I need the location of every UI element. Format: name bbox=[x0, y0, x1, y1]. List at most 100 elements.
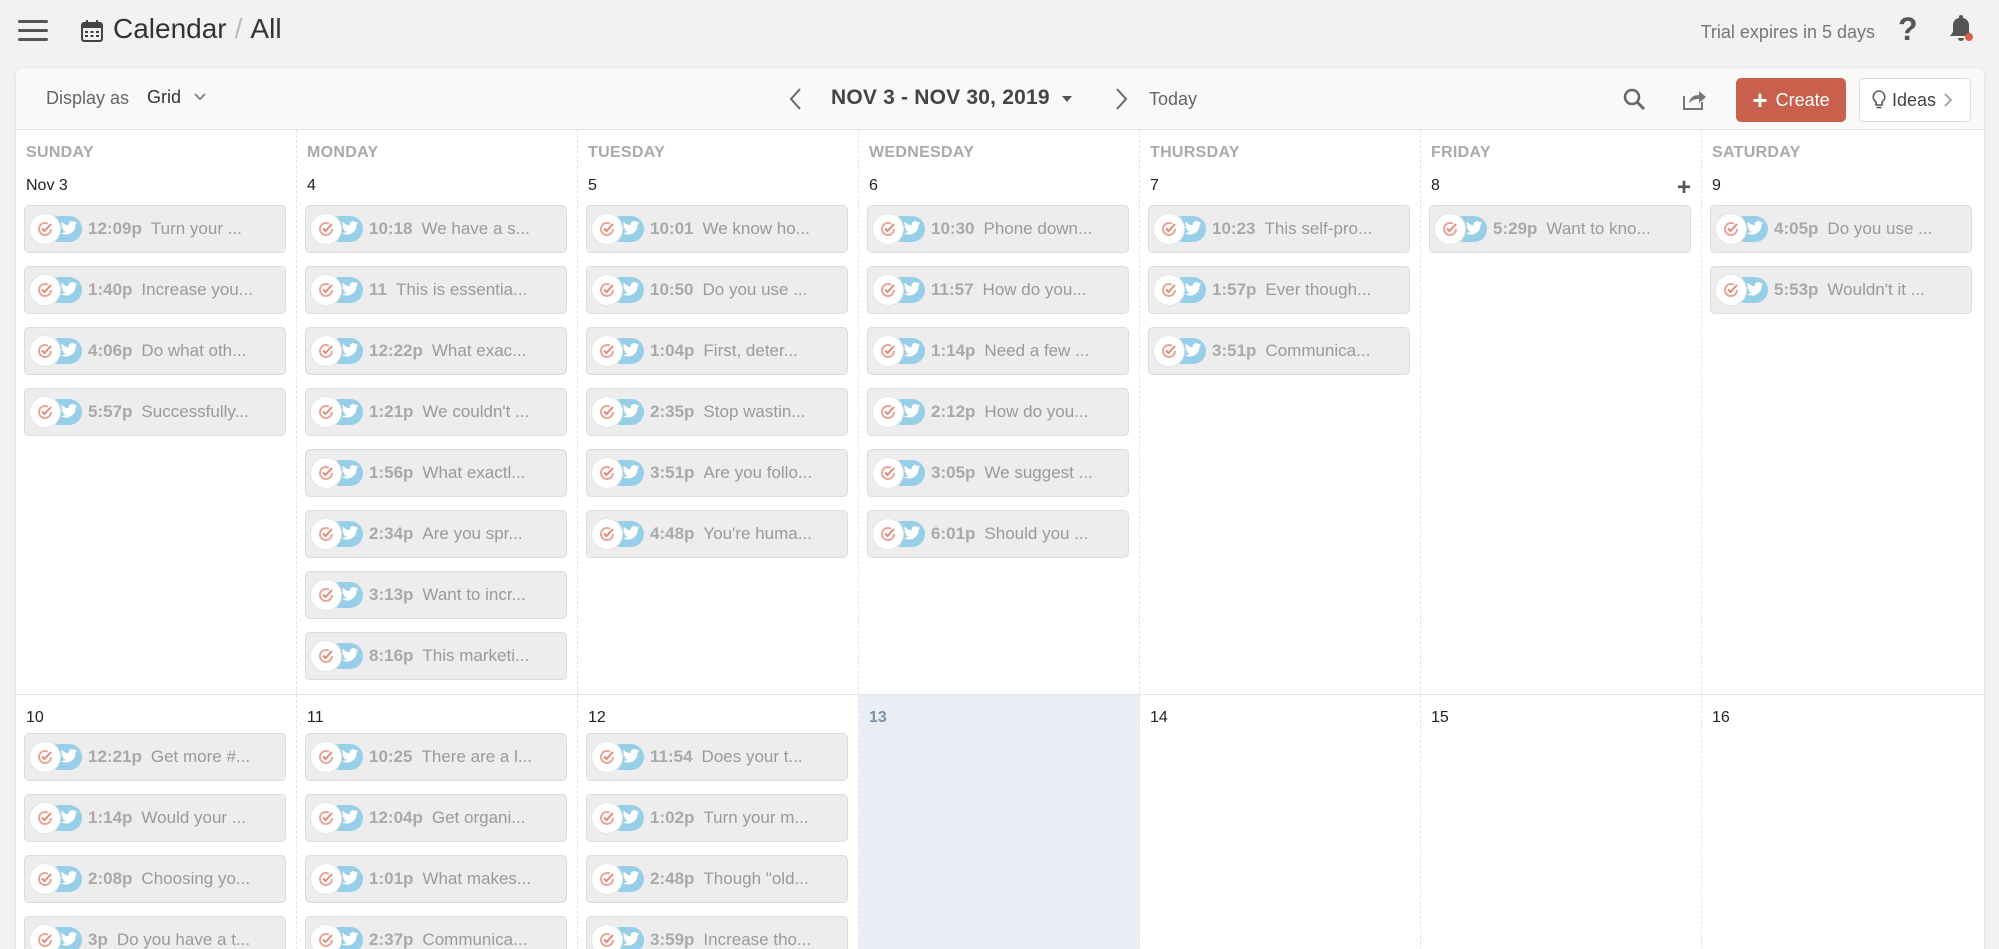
post-time: 1:14p bbox=[88, 808, 133, 827]
scheduled-post[interactable]: 1:04p First, deter... bbox=[586, 327, 848, 375]
day-cell[interactable]: SUNDAY Nov 3 12:09p Turn your ... 1:40p Incre… bbox=[16, 130, 297, 694]
day-cell[interactable]: 11 10:25 There are a l... 12:04p Get organi.… bbox=[297, 695, 578, 949]
scheduled-post[interactable]: 2:34p Are you spr... bbox=[305, 510, 567, 558]
scheduled-post[interactable]: 12:09p Turn your ... bbox=[24, 205, 286, 253]
scheduled-post[interactable]: 3:51p Are you follo... bbox=[586, 449, 848, 497]
scheduled-post[interactable]: 12:04p Get organi... bbox=[305, 794, 567, 842]
scheduled-post[interactable]: 12:21p Get more #... bbox=[24, 733, 286, 781]
scheduled-post[interactable]: 10:01 We know ho... bbox=[586, 205, 848, 253]
post-status-badge bbox=[311, 275, 367, 305]
scheduled-post[interactable]: 2:37p Communica... bbox=[305, 916, 567, 949]
scheduled-post[interactable]: 4:48p You're huma... bbox=[586, 510, 848, 558]
scheduled-post[interactable]: 3p Do you have a t... bbox=[24, 916, 286, 949]
scheduled-post[interactable]: 1:56p What exactl... bbox=[305, 449, 567, 497]
scheduled-post[interactable]: 5:53p Wouldn't it ... bbox=[1710, 266, 1972, 314]
scheduled-post[interactable]: 11:57 How do you... bbox=[867, 266, 1129, 314]
search-icon[interactable] bbox=[1622, 87, 1646, 111]
scheduled-post[interactable]: 6:01p Should you ... bbox=[867, 510, 1129, 558]
post-time: 2:12p bbox=[931, 402, 976, 421]
scheduled-post[interactable]: 1:21p We couldn't ... bbox=[305, 388, 567, 436]
breadcrumb-calendar[interactable]: Calendar bbox=[113, 13, 227, 44]
approval-check-icon bbox=[30, 214, 60, 244]
post-status-badge bbox=[592, 458, 648, 488]
day-cell[interactable]: TUESDAY 5 10:01 We know ho... 10:50 Do you us… bbox=[578, 130, 859, 694]
day-cell[interactable]: 13 bbox=[859, 695, 1140, 949]
scheduled-post[interactable]: 4:05p Do you use ... bbox=[1710, 205, 1972, 253]
ideas-label: Ideas bbox=[1892, 89, 1937, 110]
scheduled-post[interactable]: 1:14p Need a few ... bbox=[867, 327, 1129, 375]
scheduled-post[interactable]: 3:51p Communica... bbox=[1148, 327, 1410, 375]
top-bar: Calendar / All Trial expires in 5 days ? bbox=[0, 0, 1999, 62]
chevron-down-icon[interactable] bbox=[193, 90, 207, 104]
approval-check-icon bbox=[873, 214, 903, 244]
day-cell[interactable]: SATURDAY 9 4:05p Do you use ... 5:53p Wouldn'… bbox=[1702, 130, 1984, 694]
scheduled-post[interactable]: 12:22p What exac... bbox=[305, 327, 567, 375]
caret-down-icon[interactable] bbox=[1062, 96, 1072, 102]
scheduled-post[interactable]: 2:08p Choosing yo... bbox=[24, 855, 286, 903]
day-cell[interactable]: FRIDAY 8 +5:29p Want to kno... bbox=[1421, 130, 1702, 694]
post-time: 1:57p bbox=[1212, 280, 1257, 299]
post-preview-text: Would your ... bbox=[141, 808, 246, 827]
scheduled-post[interactable]: 3:13p Want to incr... bbox=[305, 571, 567, 619]
scheduled-post[interactable]: 1:02p Turn your m... bbox=[586, 794, 848, 842]
help-icon[interactable]: ? bbox=[1898, 11, 1918, 48]
ideas-button[interactable]: Ideas bbox=[1859, 78, 1971, 122]
scheduled-post[interactable]: 11:54 Does your t... bbox=[586, 733, 848, 781]
day-cell[interactable]: THURSDAY 7 10:23 This self-pro... 1:57p Ever … bbox=[1140, 130, 1421, 694]
scheduled-post[interactable]: 10:18 We have a s... bbox=[305, 205, 567, 253]
approval-check-icon bbox=[311, 925, 341, 949]
scheduled-post[interactable]: 1:57p Ever though... bbox=[1148, 266, 1410, 314]
scheduled-post[interactable]: 1:14p Would your ... bbox=[24, 794, 286, 842]
scheduled-post[interactable]: 10:50 Do you use ... bbox=[586, 266, 848, 314]
scheduled-post[interactable]: 2:12p How do you... bbox=[867, 388, 1129, 436]
day-cell[interactable]: 14 bbox=[1140, 695, 1421, 949]
day-of-week-label: MONDAY bbox=[307, 144, 379, 161]
approval-check-icon bbox=[311, 803, 341, 833]
post-status-badge bbox=[311, 214, 367, 244]
trial-notice[interactable]: Trial expires in 5 days bbox=[1701, 22, 1875, 43]
scheduled-post[interactable]: 3:05p We suggest ... bbox=[867, 449, 1129, 497]
scheduled-post[interactable]: 4:06p Do what oth... bbox=[24, 327, 286, 375]
day-cell[interactable]: 12 11:54 Does your t... 1:02p Turn your m...… bbox=[578, 695, 859, 949]
date-number: 5 bbox=[588, 177, 597, 194]
post-status-badge bbox=[311, 519, 367, 549]
scheduled-post[interactable]: 10:30 Phone down... bbox=[867, 205, 1129, 253]
share-icon[interactable] bbox=[1681, 87, 1707, 111]
day-cell[interactable]: WEDNESDAY 6 10:30 Phone down... 11:57 How do … bbox=[859, 130, 1140, 694]
create-button[interactable]: + Create bbox=[1736, 78, 1846, 122]
approval-check-icon bbox=[30, 336, 60, 366]
today-button[interactable]: Today bbox=[1149, 89, 1197, 110]
approval-check-icon bbox=[1154, 336, 1184, 366]
day-cell[interactable]: 15 bbox=[1421, 695, 1702, 949]
display-mode-select[interactable]: Grid bbox=[147, 87, 181, 108]
day-cell[interactable]: 10 12:21p Get more #... 1:14p Would your ...… bbox=[16, 695, 297, 949]
scheduled-post[interactable]: 5:57p Successfully... bbox=[24, 388, 286, 436]
add-post-icon[interactable]: + bbox=[1677, 174, 1691, 202]
next-period-button[interactable] bbox=[1111, 86, 1131, 112]
previous-period-button[interactable] bbox=[786, 86, 806, 112]
scheduled-post[interactable]: 10:23 This self-pro... bbox=[1148, 205, 1410, 253]
day-cell[interactable]: MONDAY 4 10:18 We have a s... 11 This is esse… bbox=[297, 130, 578, 694]
post-status-badge bbox=[873, 458, 929, 488]
scheduled-post[interactable]: 11 This is essentia... bbox=[305, 266, 567, 314]
scheduled-post[interactable]: 5:29p Want to kno... bbox=[1429, 205, 1691, 253]
menu-icon[interactable] bbox=[18, 20, 48, 42]
scheduled-post[interactable]: 2:48p Though "old... bbox=[586, 855, 848, 903]
scheduled-post[interactable]: 3:59p Increase tho... bbox=[586, 916, 848, 949]
approval-check-icon bbox=[30, 742, 60, 772]
approval-check-icon bbox=[30, 803, 60, 833]
scheduled-post[interactable]: 2:35p Stop wastin... bbox=[586, 388, 848, 436]
scheduled-post[interactable]: 10:25 There are a l... bbox=[305, 733, 567, 781]
post-time: 10:18 bbox=[369, 219, 413, 238]
date-range-picker[interactable]: NOV 3 - NOV 30, 2019 bbox=[831, 86, 1050, 110]
plus-icon: + bbox=[1752, 85, 1768, 115]
scheduled-post[interactable]: 1:01p What makes... bbox=[305, 855, 567, 903]
approval-check-icon bbox=[873, 458, 903, 488]
date-number: 14 bbox=[1150, 709, 1168, 726]
approval-check-icon bbox=[311, 397, 341, 427]
post-status-badge bbox=[873, 275, 929, 305]
notification-bell-icon[interactable] bbox=[1948, 15, 1974, 43]
day-cell[interactable]: 16 bbox=[1702, 695, 1984, 949]
scheduled-post[interactable]: 8:16p This marketi... bbox=[305, 632, 567, 680]
scheduled-post[interactable]: 1:40p Increase you... bbox=[24, 266, 286, 314]
